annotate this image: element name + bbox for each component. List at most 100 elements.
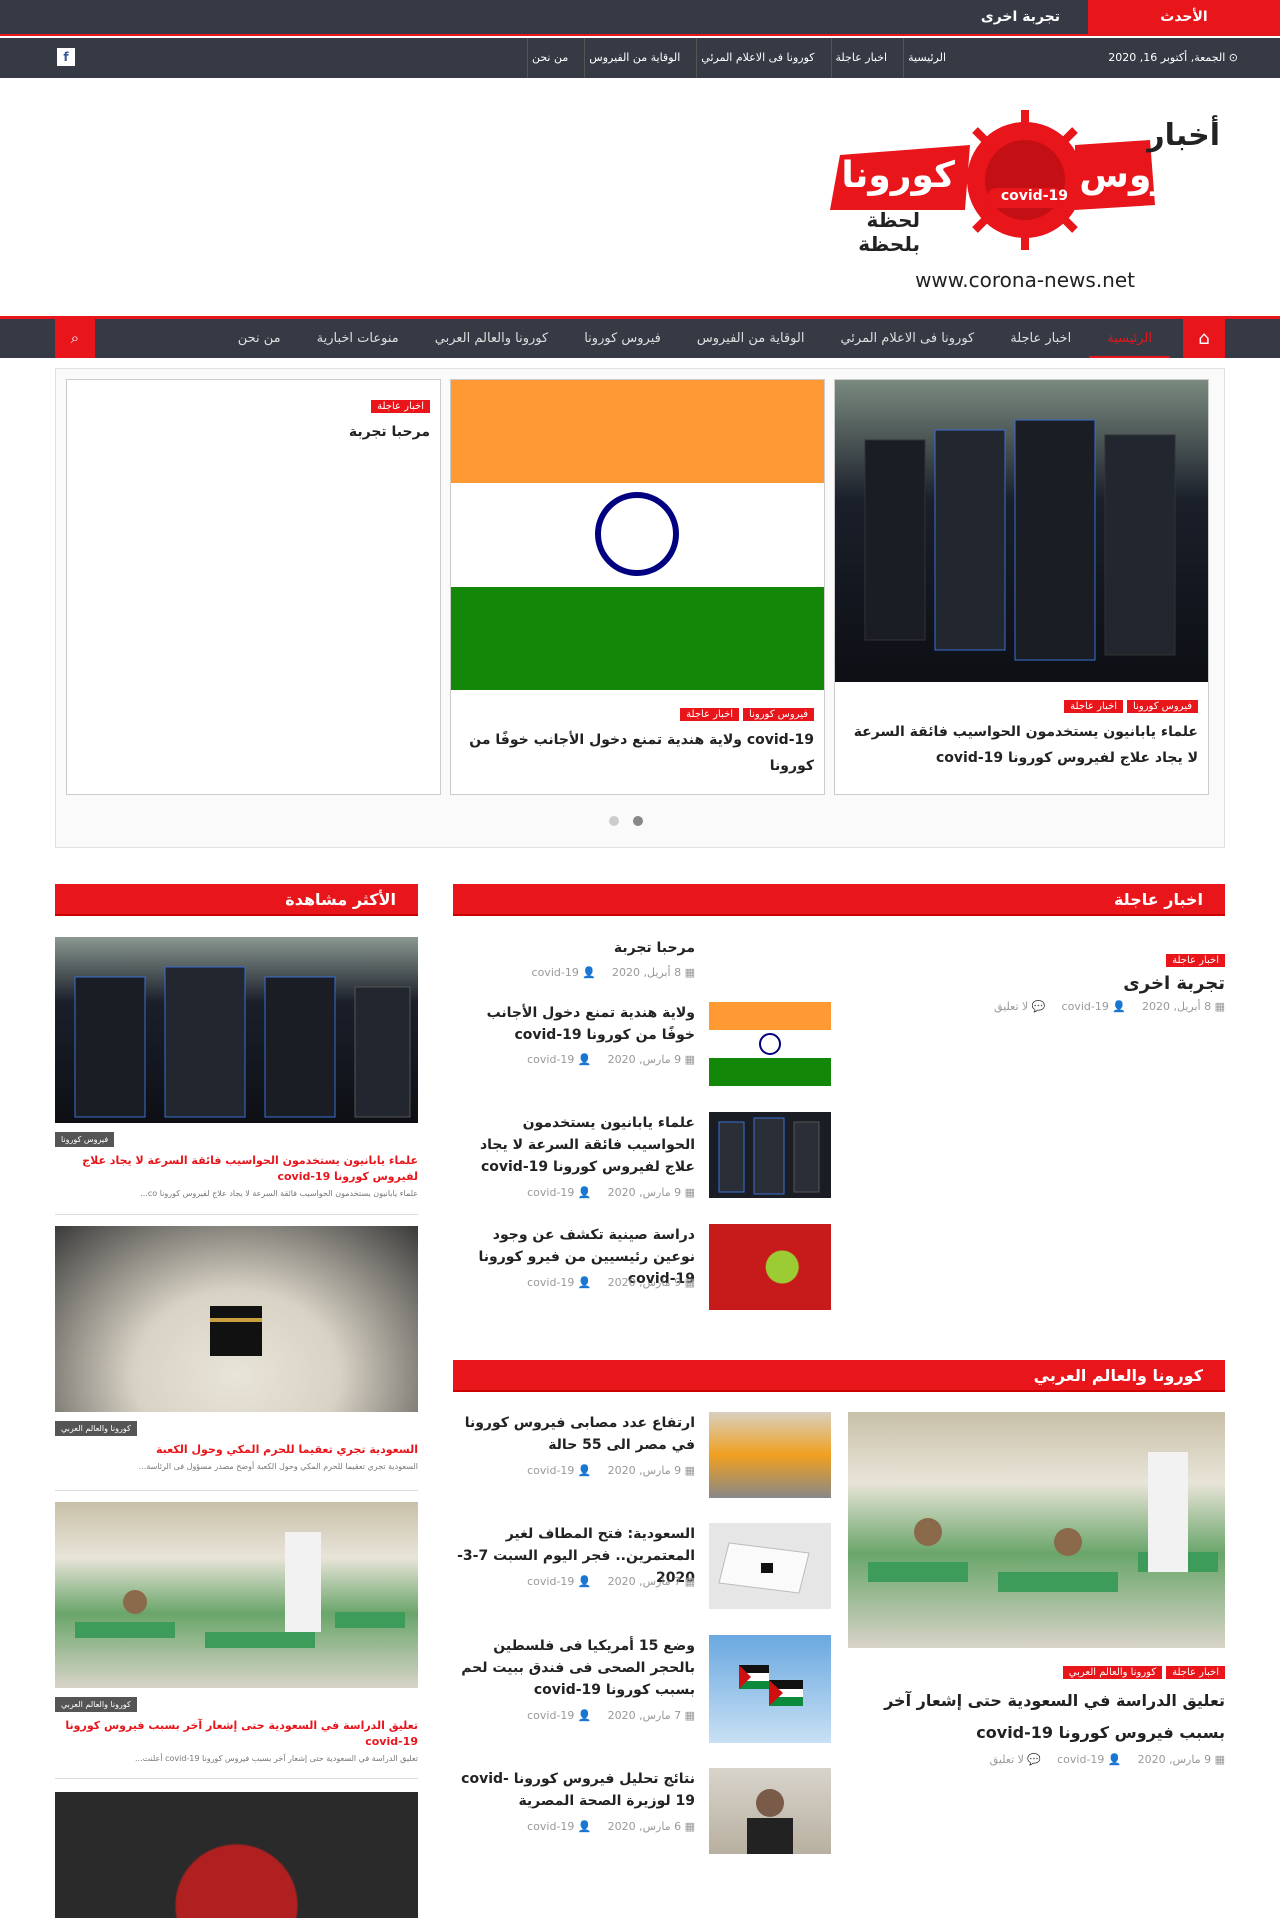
slide-card[interactable]: اخبار عاجلة مرحبا تجربة [66, 379, 441, 795]
list-item-title[interactable]: مرحبا تجربة [455, 937, 695, 959]
classroom-graphic [75, 1532, 405, 1648]
slide-tag[interactable]: اخبار عاجلة [680, 708, 740, 721]
india-flag-image [451, 380, 824, 690]
slide-tag[interactable]: فيروس كورونا [743, 708, 814, 721]
minister-image [747, 1789, 793, 1854]
facebook-icon[interactable]: f [57, 48, 75, 66]
list-item-title[interactable]: ارتفاع عدد مصابى فيروس كورونا في مصر الى… [455, 1412, 695, 1456]
main-tag[interactable]: اخبار عاجلة [1166, 1666, 1225, 1679]
slide-tag[interactable]: اخبار عاجلة [1064, 700, 1124, 713]
slide-card[interactable]: فيروس كورونااخبار عاجلة علماء يابانيون ي… [834, 379, 1209, 795]
nav-home[interactable]: الرئيسية [1089, 319, 1170, 358]
meta-date: 9 مارس, 2020 [607, 1464, 682, 1477]
breaking-main: اخبار عاجلة تجربة اخرى ▦ 8 أبريل, 2020👤 … [855, 948, 1225, 1013]
meta-date: 9 مارس, 2020 [607, 1276, 682, 1289]
divider [55, 1778, 418, 1779]
main-title[interactable]: تعليق الدراسة في السعودية حتى إشعار آخر … [848, 1685, 1225, 1749]
meta-date: 7 مارس, 2020 [607, 1709, 682, 1722]
nav-breaking[interactable]: اخبار عاجلة [992, 319, 1089, 358]
meta-comments[interactable]: لا تعليق [990, 1753, 1024, 1766]
minister-thumb[interactable] [709, 1768, 831, 1854]
main-meta: ▦ 9 مارس, 2020👤 covid-19💬 لا تعليق [989, 1753, 1225, 1766]
virus-image[interactable] [55, 1792, 418, 1918]
meta-author[interactable]: covid-19 [1062, 1000, 1109, 1013]
card-title[interactable]: السعودية تجري تعقيما للحرم المكي وحول ال… [55, 1442, 418, 1458]
meta-author[interactable]: covid-19 [527, 1053, 574, 1066]
meta-author[interactable]: covid-19 [527, 1464, 574, 1477]
slider-dot-active[interactable] [633, 816, 643, 826]
ticker-headline[interactable]: تجربة اخرى [981, 0, 1060, 34]
india-flag-thumb[interactable] [709, 1002, 831, 1086]
nav-arab-world[interactable]: كورونا والعالم العربي [417, 319, 566, 358]
slide-title[interactable]: علماء يابانيون يستخدمون الحواسيب فائقة ا… [845, 719, 1198, 771]
list-item-meta: ▦ 9 مارس, 2020👤 covid-19 [527, 1464, 695, 1477]
meta-author[interactable]: covid-19 [1057, 1753, 1104, 1766]
slide-body: فيروس كورونااخبار عاجلة علماء يابانيون ي… [835, 682, 1208, 771]
most-viewed-card[interactable]: كورونا والعالم العربي السعودية تجري تعقي… [55, 1226, 418, 1471]
meta-author[interactable]: covid-19 [527, 1709, 574, 1722]
card-title[interactable]: علماء يابانيون يستخدمون الحواسيب فائقة ا… [55, 1153, 418, 1185]
card-excerpt: تعليق الدراسة في السعودية حتى إشعار آخر … [135, 1754, 418, 1763]
slide-card[interactable]: فيروس كورونااخبار عاجلة covid-19 ولاية ه… [450, 379, 825, 795]
top-link-about[interactable]: من نحن [526, 38, 572, 78]
ticker-bar: الأحدث تجربة اخرى [0, 0, 1280, 36]
server-thumb[interactable] [709, 1112, 831, 1198]
most-viewed-card[interactable]: فيروس كورونا علماء يابانيون يستخدمون الح… [55, 937, 418, 1198]
card-title[interactable]: تعليق الدراسة في السعودية حتى إشعار آخر … [55, 1718, 418, 1750]
meta-author[interactable]: covid-19 [527, 1276, 574, 1289]
server-racks-image [718, 1117, 820, 1195]
list-item-title[interactable]: ولاية هندية تمنع دخول الأجانب خوفًا من ك… [455, 1002, 695, 1046]
meta-author[interactable]: covid-19 [527, 1575, 574, 1588]
main-title[interactable]: تجربة اخرى [855, 973, 1225, 994]
nav-misc[interactable]: منوعات اخبارية [299, 319, 417, 358]
list-item-meta: ▦ 9 مارس, 2020👤 covid-19 [527, 1186, 695, 1199]
slider-dot[interactable] [609, 816, 619, 826]
logo-word-virus: فيروس [1079, 155, 1212, 196]
most-viewed-card[interactable]: كورونا والعالم العربي تعليق الدراسة في ا… [55, 1502, 418, 1763]
main-tag[interactable]: اخبار عاجلة [1166, 954, 1225, 967]
classroom-image-graphic [868, 1452, 1218, 1592]
list-item-meta: ▦ 7 مارس, 2020👤 covid-19 [527, 1575, 695, 1588]
card-tag[interactable]: كورونا والعالم العربي [55, 1697, 137, 1712]
server-racks-image [864, 419, 1176, 661]
nav-media[interactable]: كورونا فى الاعلام المرئي [822, 319, 992, 358]
home-icon[interactable]: ⌂ [1183, 319, 1225, 358]
list-item-title[interactable]: نتائج تحليل فيروس كورونا covid-19 لوزيرة… [455, 1768, 695, 1812]
top-link-media[interactable]: كورونا فى الاعلام المرئي [696, 38, 818, 78]
nav-prevention[interactable]: الوقاية من الفيروس [679, 319, 823, 358]
classroom-image[interactable] [848, 1412, 1225, 1648]
list-item-title[interactable]: علماء يابانيون يستخدمون الحواسيب فائقة ا… [455, 1112, 695, 1178]
meta-author[interactable]: covid-19 [532, 966, 579, 979]
search-button[interactable]: ⌕ [55, 319, 95, 358]
slide-tag[interactable]: اخبار عاجلة [371, 400, 430, 413]
card-tag[interactable]: كورونا والعالم العربي [55, 1421, 137, 1436]
virus-thumb[interactable] [709, 1224, 831, 1310]
slide-title[interactable]: مرحبا تجربة [77, 419, 430, 445]
nav-about[interactable]: من نحن [220, 319, 299, 358]
top-bar: ⊙ الجمعة, أكتوبر 16, 2020 الرئيسية اخبار… [0, 38, 1280, 78]
kaaba-graphic [210, 1306, 262, 1356]
top-link-prevention[interactable]: الوقاية من الفيروس [584, 38, 684, 78]
kaaba-aerial-thumb[interactable] [709, 1523, 831, 1609]
site-logo[interactable]: أخبار فيروس كورونا لحظة بلحظة covid-19 w… [820, 100, 1220, 300]
palestine-flags-thumb[interactable] [709, 1635, 831, 1743]
card-excerpt: علماء يابانيون يستخدمون الحواسيب فائقة ا… [140, 1189, 418, 1198]
divider [55, 1490, 418, 1491]
top-link-home[interactable]: الرئيسية [903, 38, 950, 78]
list-item-meta: ▦ 6 مارس, 2020👤 covid-19 [527, 1820, 695, 1833]
logo-word-corona: كورونا [841, 155, 955, 196]
meta-author[interactable]: covid-19 [527, 1186, 574, 1199]
meta-author[interactable]: covid-19 [527, 1820, 574, 1833]
slide-title[interactable]: covid-19 ولاية هندية تمنع دخول الأجانب خ… [461, 727, 814, 779]
meta-date: 8 أبريل, 2020 [612, 966, 682, 979]
main-tag[interactable]: كورونا والعالم العربي [1062, 1666, 1163, 1679]
meta-comments[interactable]: لا تعليق [994, 1000, 1028, 1013]
nav-virus[interactable]: فيروس كورونا [566, 319, 679, 358]
card-tag[interactable]: فيروس كورونا [55, 1132, 115, 1147]
list-item-title[interactable]: وضع 15 أمريكيا فى فلسطين بالحجر الصحى فى… [455, 1635, 695, 1701]
top-link-breaking[interactable]: اخبار عاجلة [830, 38, 892, 78]
slide-tag[interactable]: فيروس كورونا [1127, 700, 1198, 713]
server-racks-graphic [74, 966, 411, 1118]
section-heading-breaking: اخبار عاجلة [453, 884, 1225, 916]
medical-team-thumb[interactable] [709, 1412, 831, 1498]
